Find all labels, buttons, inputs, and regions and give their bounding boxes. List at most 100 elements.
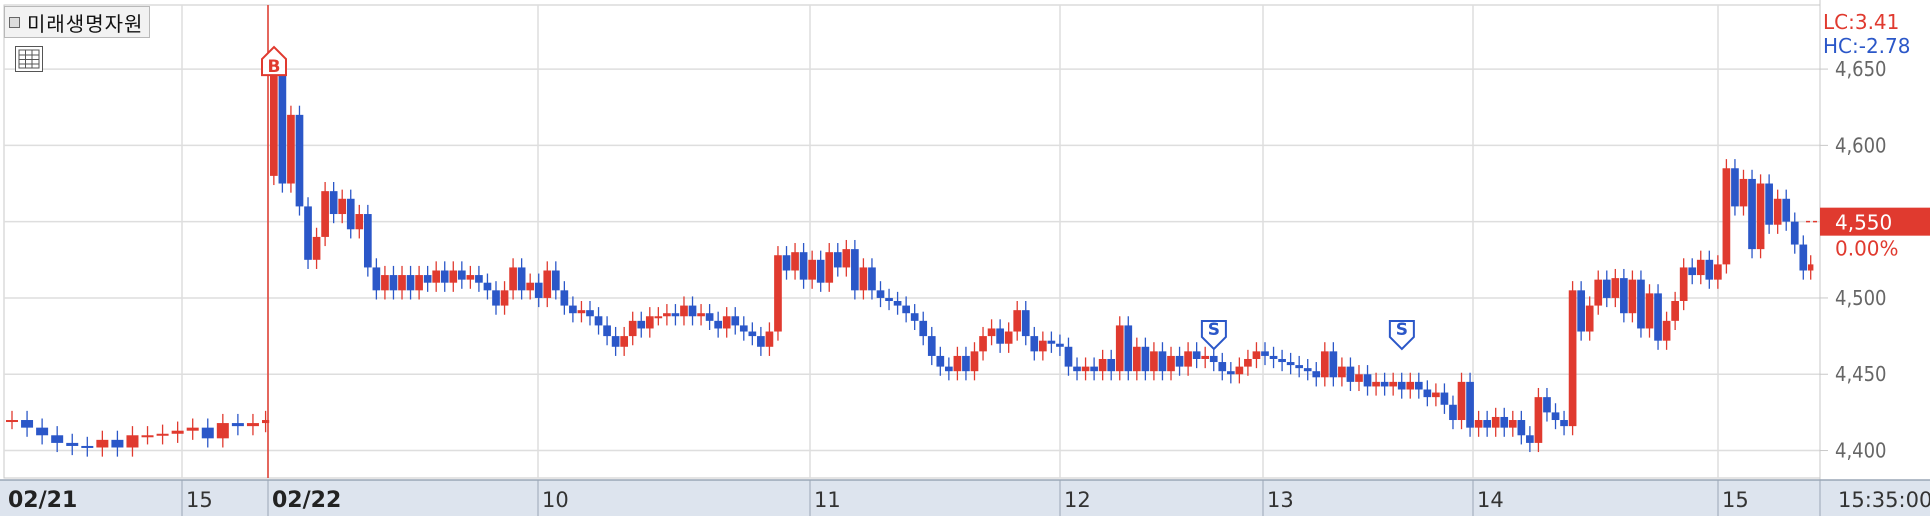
x-tick-label: 02/22 [272, 488, 341, 513]
candle-body [603, 325, 611, 337]
candle-body [1466, 381, 1474, 428]
candle-body [876, 290, 885, 298]
candle-body [1577, 290, 1585, 332]
candle-body [21, 420, 34, 428]
candle-body [1662, 320, 1671, 341]
legend-label: 미래생명자원 [27, 11, 144, 36]
candle-body [389, 275, 398, 291]
candle-body [1030, 336, 1039, 352]
candle-body [1414, 381, 1423, 390]
candle-body [1329, 351, 1338, 378]
candle-body [1406, 381, 1415, 390]
candle-body [186, 427, 199, 431]
candle-body [500, 290, 509, 306]
candle-body [6, 420, 18, 423]
candle-body [526, 282, 535, 291]
candle-body [1722, 168, 1731, 265]
candle-body [81, 445, 94, 448]
candle-body [1355, 374, 1363, 382]
candle-body [1261, 351, 1269, 356]
table-icon[interactable] [15, 46, 43, 72]
candle-body [688, 305, 697, 317]
y-tick-label: 4,450 [1835, 362, 1887, 386]
candle-body [1449, 404, 1457, 421]
candle-body [1491, 416, 1500, 428]
x-axis: 02/21 15 02/22 10 11 12 13 14 15 15:35:00 [0, 479, 1930, 516]
candle-body [1773, 198, 1782, 225]
candle-body [1756, 183, 1765, 250]
candle-body [304, 206, 312, 260]
candle-body [1295, 365, 1304, 369]
lc-label: LC:3.41 [1823, 10, 1899, 34]
x-tick-label: 12 [1064, 488, 1091, 512]
candle-body [201, 427, 214, 439]
candle-body [569, 305, 577, 314]
candle-body [1372, 381, 1380, 387]
x-tick-label: 10 [542, 488, 569, 512]
candle-body [1278, 358, 1286, 363]
candle-body [372, 267, 381, 291]
candle-body [1124, 325, 1133, 372]
candle-body [1073, 366, 1081, 372]
candle-body [1671, 301, 1679, 321]
candle-body [868, 267, 876, 291]
candle-body [1201, 355, 1210, 359]
candle-body [620, 336, 629, 347]
hc-label: HC:-2.78 [1823, 34, 1911, 58]
candle-body [1440, 392, 1449, 405]
candle-body [1517, 420, 1526, 436]
candle-body [475, 275, 483, 283]
candle-body [1132, 346, 1141, 372]
candle-body [1115, 325, 1124, 372]
candle-body [902, 305, 910, 314]
candle-body [774, 255, 782, 332]
candle-body [663, 313, 671, 317]
candle-body [910, 313, 919, 321]
candle-body [534, 282, 543, 298]
candle-body [1611, 278, 1620, 298]
candle-body [216, 423, 229, 439]
legend[interactable]: 미래생명자원 [4, 6, 151, 38]
candle-body [842, 249, 851, 268]
candle-body [1526, 435, 1534, 443]
candle-body [141, 435, 154, 438]
candle-body [338, 198, 347, 215]
candle-body [36, 427, 49, 436]
candle-body [96, 439, 109, 448]
candle-body [962, 355, 970, 372]
candle-body [714, 320, 723, 329]
candle-body [1560, 420, 1568, 427]
candle-body [466, 275, 475, 280]
candle-body [1397, 381, 1406, 390]
candle-body [1602, 279, 1611, 298]
candle-body [1158, 351, 1167, 372]
candle-body [1799, 244, 1808, 271]
candle-body [1175, 355, 1184, 367]
candle-body [1090, 366, 1098, 372]
candle-body [782, 255, 791, 271]
candle-body [1244, 358, 1252, 367]
candle-body [346, 198, 355, 230]
candle-body [1748, 178, 1756, 250]
candle-body [231, 423, 244, 427]
candle-body [970, 351, 979, 372]
candle-body [1628, 279, 1637, 314]
candle-body [705, 313, 714, 321]
candle-body [1474, 420, 1483, 428]
candle-body [1483, 420, 1492, 428]
candle-body [825, 252, 834, 283]
marker-label: S [1208, 320, 1220, 340]
candle-body [156, 433, 169, 436]
candle-body [645, 316, 654, 329]
current-price-label: 4,550 [1835, 211, 1892, 235]
candle-body [406, 275, 415, 291]
candle-body [757, 336, 765, 347]
candle-body [1389, 381, 1398, 387]
candle-body [312, 236, 321, 260]
candle-body [1192, 351, 1201, 359]
y-tick-label: 4,500 [1835, 286, 1887, 310]
candle-body [979, 336, 987, 352]
candle-body [1013, 310, 1022, 332]
candle-body [66, 442, 79, 446]
candle-body [611, 336, 620, 347]
